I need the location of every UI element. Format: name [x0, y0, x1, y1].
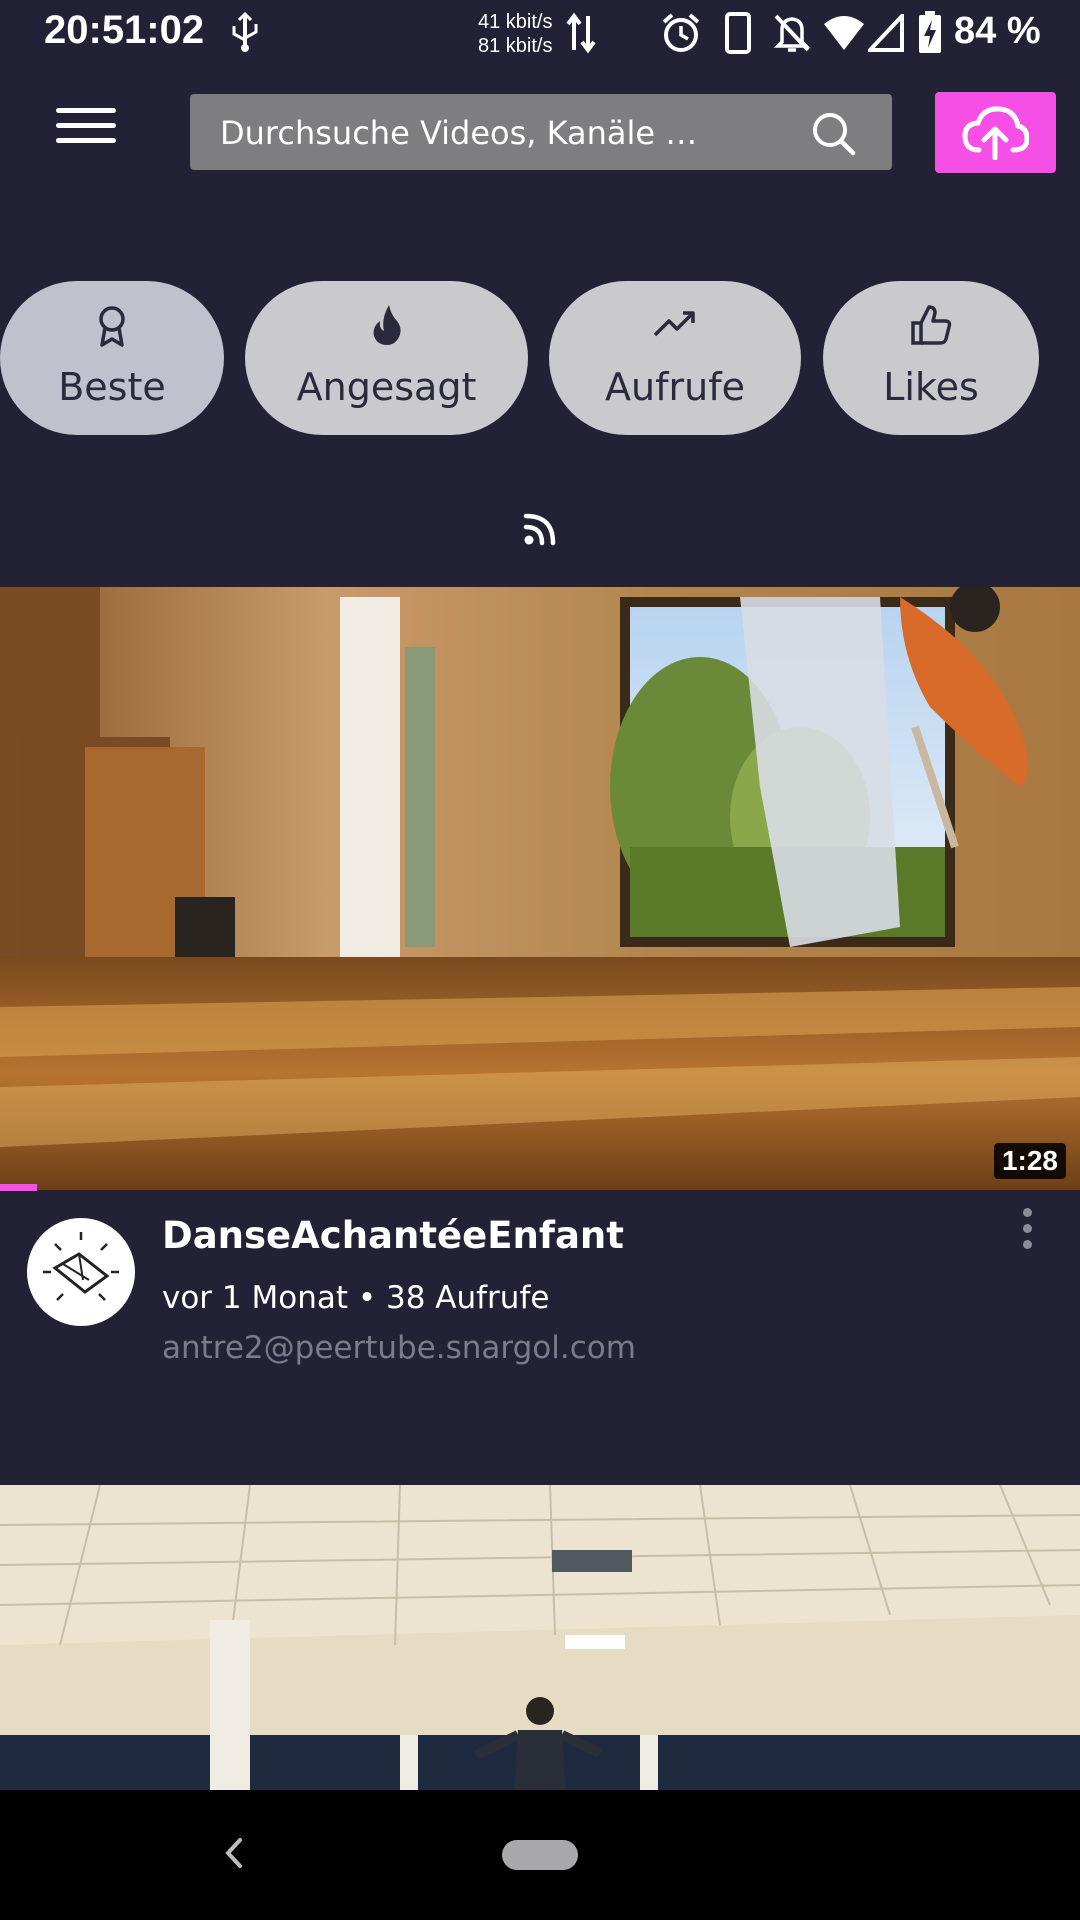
menu-icon-bar [56, 108, 116, 113]
search-box[interactable] [190, 94, 892, 172]
more-dot [1022, 1224, 1032, 1233]
thumbnail-image [0, 587, 1080, 1190]
award-icon [99, 306, 125, 347]
search-icon[interactable] [810, 110, 856, 156]
network-arrows-icon [566, 12, 596, 54]
filter-label: Aufrufe [605, 365, 745, 409]
duration-badge: 1:28 [993, 1143, 1066, 1179]
alarm-icon [662, 13, 700, 52]
rss-icon[interactable] [523, 512, 557, 546]
trending-up-icon [653, 311, 695, 337]
video-account[interactable]: antre2@peertube.snargol.com [162, 1330, 636, 1366]
more-dot [1022, 1240, 1032, 1249]
filter-chip-aufrufe[interactable]: Aufrufe [549, 281, 801, 435]
battery-charging-icon [919, 11, 941, 53]
video-thumbnail[interactable]: 1:28 [0, 587, 1080, 1190]
status-time: 20:51:02 [44, 8, 205, 52]
avatar-logo [28, 1219, 134, 1325]
net-up-text: 41 kbit/s [478, 11, 553, 33]
home-button[interactable] [502, 1840, 578, 1870]
flame-icon [373, 305, 401, 345]
wifi-icon [824, 16, 864, 50]
filter-label: Likes [883, 365, 979, 409]
search-input[interactable] [218, 94, 802, 172]
more-dot [1022, 1208, 1032, 1217]
video-thumbnail[interactable] [0, 1485, 1080, 1790]
video-meta: vor 1 Monat • 38 Aufrufe [162, 1280, 550, 1316]
watch-progress-bar [0, 1184, 1080, 1191]
usb-icon [232, 12, 258, 52]
menu-icon-bar [56, 138, 116, 143]
more-options-button[interactable] [1015, 1208, 1039, 1258]
net-down-text: 81 kbit/s [478, 35, 553, 57]
network-speed: 41 kbit/s 81 kbit/s [478, 10, 552, 58]
video-title[interactable]: DanseAchantéeEnfant [162, 1214, 624, 1257]
bell-off-icon [773, 14, 811, 52]
menu-icon-bar [56, 123, 116, 128]
signal-icon [868, 14, 904, 52]
channel-avatar[interactable] [27, 1218, 135, 1326]
upload-button[interactable] [935, 92, 1056, 173]
back-icon[interactable] [218, 1828, 248, 1878]
thumbs-up-icon [911, 305, 952, 345]
filter-chip-angesagt[interactable]: Angesagt [245, 281, 528, 435]
watch-progress-fill [0, 1184, 37, 1191]
phone-icon [725, 12, 751, 54]
status-bar: 20:51:02 41 kbit/s 81 kbit/s 84 % [0, 0, 1080, 66]
system-nav-bar [0, 1790, 1080, 1920]
cloud-upload-icon [962, 106, 1029, 160]
filter-label: Beste [58, 365, 166, 409]
filter-chip-likes[interactable]: Likes [823, 281, 1039, 435]
menu-button[interactable] [56, 108, 116, 156]
filter-chip-beste[interactable]: Beste [0, 281, 224, 435]
thumbnail-image [0, 1485, 1080, 1790]
battery-percent: 84 % [954, 10, 1041, 52]
filter-label: Angesagt [296, 365, 477, 409]
